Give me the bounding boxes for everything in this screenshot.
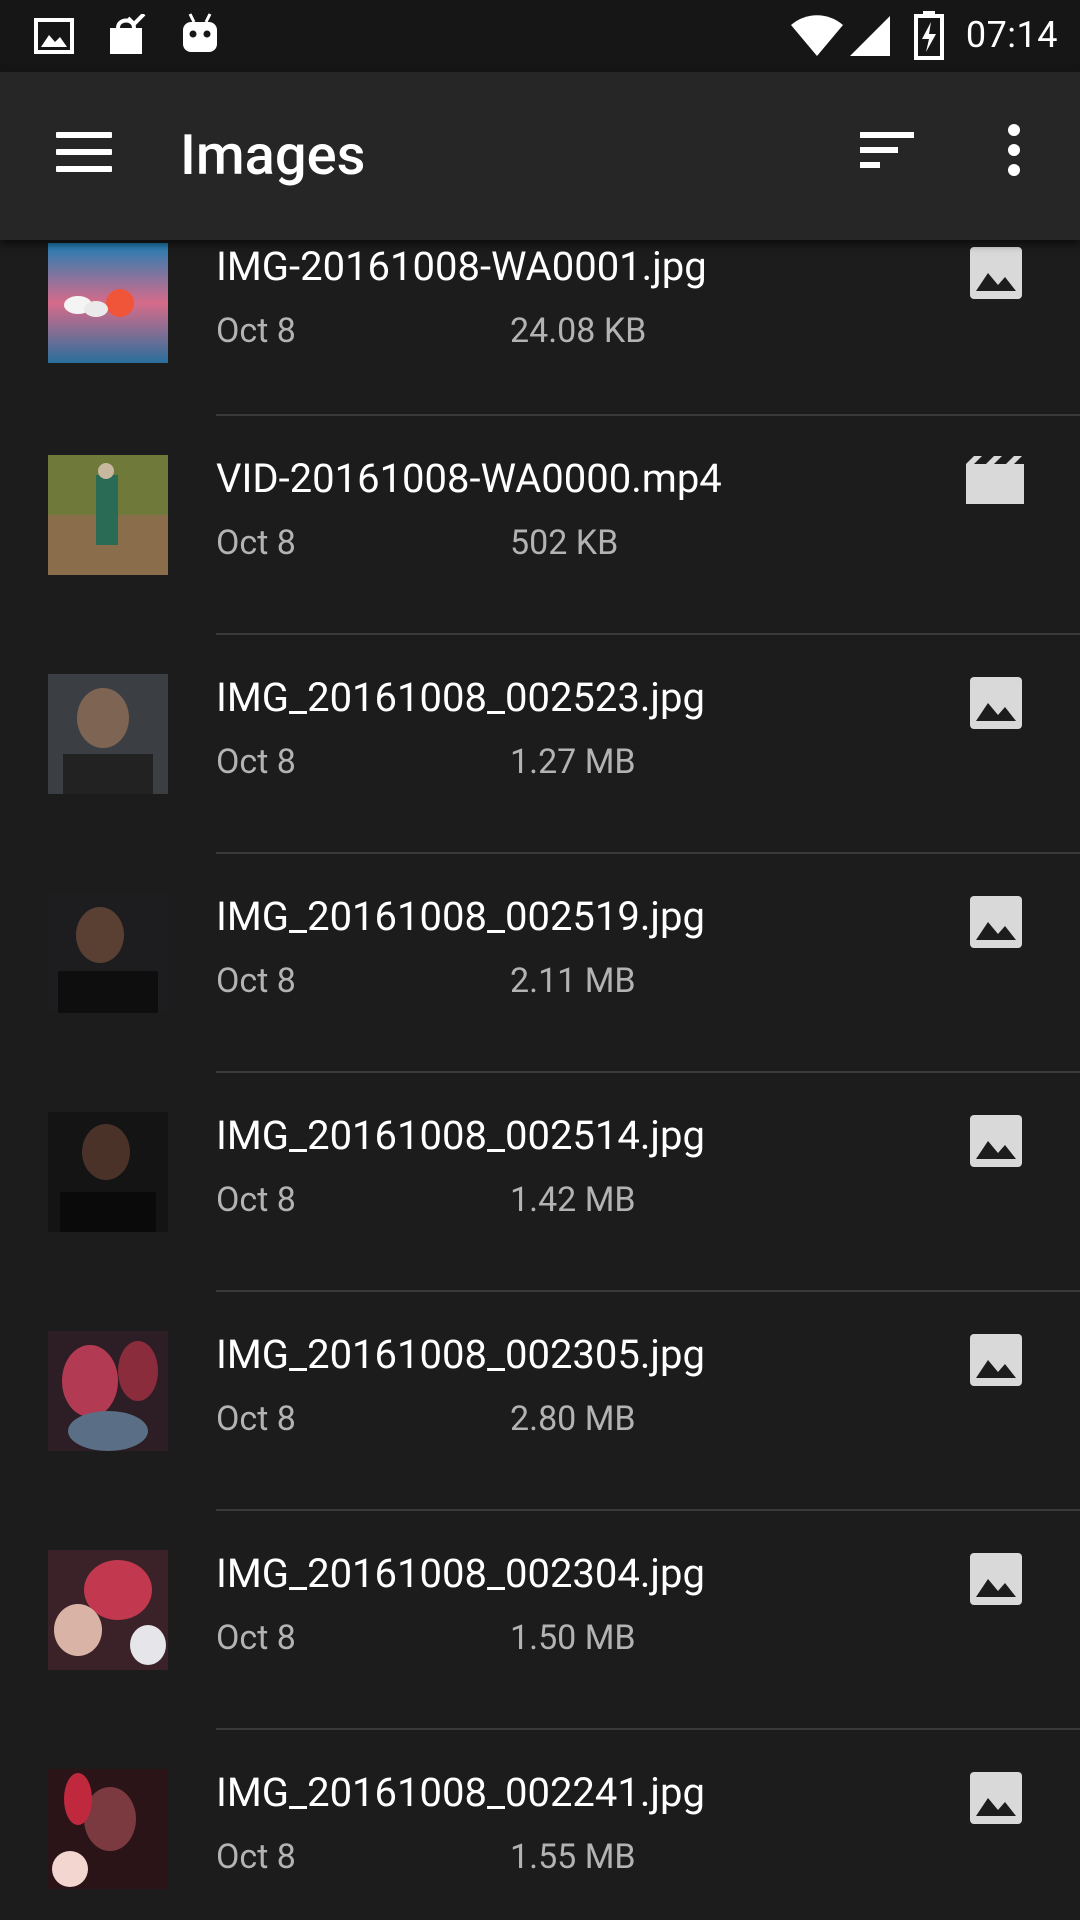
thumbnail xyxy=(48,243,168,363)
list-item[interactable]: IMG-20161008-WA0001.jpg Oct 8 24.08 KB xyxy=(0,240,1080,416)
file-size: 2.80 MB xyxy=(510,1399,636,1439)
file-name: IMG_20161008_002305.jpg xyxy=(216,1331,705,1378)
list-item[interactable]: IMG_20161008_002241.jpg Oct 8 1.55 MB xyxy=(0,1730,1080,1920)
image-icon xyxy=(970,1115,1022,1167)
thumbnail xyxy=(48,455,168,575)
file-size: 2.11 MB xyxy=(510,961,636,1001)
file-date: Oct 8 xyxy=(216,742,296,782)
file-date: Oct 8 xyxy=(216,1399,296,1439)
app-bar: Images xyxy=(0,72,1080,240)
wifi-icon xyxy=(791,15,843,56)
list-item[interactable]: IMG_20161008_002304.jpg Oct 8 1.50 MB xyxy=(0,1511,1080,1730)
file-date: Oct 8 xyxy=(216,1180,296,1220)
image-icon xyxy=(970,1553,1022,1605)
file-size: 502 KB xyxy=(510,523,619,563)
file-name: VID-20161008-WA0000.mp4 xyxy=(216,455,722,502)
file-name: IMG_20161008_002304.jpg xyxy=(216,1550,705,1597)
file-size: 24.08 KB xyxy=(510,311,647,351)
file-date: Oct 8 xyxy=(216,1837,296,1877)
thumbnail xyxy=(48,893,168,1013)
file-size: 1.27 MB xyxy=(510,742,636,782)
file-name: IMG_20161008_002519.jpg xyxy=(216,893,705,940)
more-dot xyxy=(1008,164,1020,176)
thumbnail xyxy=(48,1769,168,1889)
menu-icon-line xyxy=(56,132,112,138)
clock: 07:14 xyxy=(965,14,1058,56)
file-date: Oct 8 xyxy=(216,961,296,1001)
menu-icon-line xyxy=(56,166,112,172)
menu-button[interactable] xyxy=(56,132,112,172)
file-name: IMG_20161008_002523.jpg xyxy=(216,674,705,721)
video-icon xyxy=(966,456,1024,504)
thumbnail xyxy=(48,1331,168,1451)
sort-icon[interactable] xyxy=(858,128,918,172)
file-list: IMG-20161008-WA0001.jpg Oct 8 24.08 KB V… xyxy=(0,240,1080,1920)
file-size: 1.50 MB xyxy=(510,1618,636,1658)
more-options-button[interactable] xyxy=(1000,124,1028,176)
list-item[interactable]: IMG_20161008_002519.jpg Oct 8 2.11 MB xyxy=(0,854,1080,1073)
battery-charging-icon xyxy=(914,11,944,60)
image-icon xyxy=(970,677,1022,729)
list-item[interactable]: IMG_20161008_002514.jpg Oct 8 1.42 MB xyxy=(0,1073,1080,1292)
shopping-bag-notification-icon xyxy=(110,14,146,54)
list-item[interactable]: IMG_20161008_002305.jpg Oct 8 2.80 MB xyxy=(0,1292,1080,1511)
page-title: Images xyxy=(180,122,366,188)
image-icon xyxy=(970,247,1022,299)
file-size: 1.55 MB xyxy=(510,1837,636,1877)
list-item[interactable]: IMG_20161008_002523.jpg Oct 8 1.27 MB xyxy=(0,635,1080,854)
image-icon xyxy=(970,896,1022,948)
gallery-notification-icon xyxy=(34,18,74,54)
more-dot xyxy=(1008,144,1020,156)
thumbnail xyxy=(48,674,168,794)
thumbnail xyxy=(48,1112,168,1232)
image-icon xyxy=(970,1334,1022,1386)
cell-signal-icon xyxy=(850,16,890,56)
file-date: Oct 8 xyxy=(216,523,296,563)
file-date: Oct 8 xyxy=(216,1618,296,1658)
list-item[interactable]: VID-20161008-WA0000.mp4 Oct 8 502 KB xyxy=(0,416,1080,635)
file-date: Oct 8 xyxy=(216,311,296,351)
status-bar: 07:14 xyxy=(0,0,1080,72)
android-notification-icon xyxy=(183,13,217,52)
more-dot xyxy=(1008,124,1020,136)
file-name: IMG_20161008_002241.jpg xyxy=(216,1769,705,1816)
thumbnail xyxy=(48,1550,168,1670)
image-icon xyxy=(970,1772,1022,1824)
file-name: IMG_20161008_002514.jpg xyxy=(216,1112,705,1159)
file-name: IMG-20161008-WA0001.jpg xyxy=(216,243,707,290)
file-size: 1.42 MB xyxy=(510,1180,636,1220)
menu-icon-line xyxy=(56,149,112,155)
